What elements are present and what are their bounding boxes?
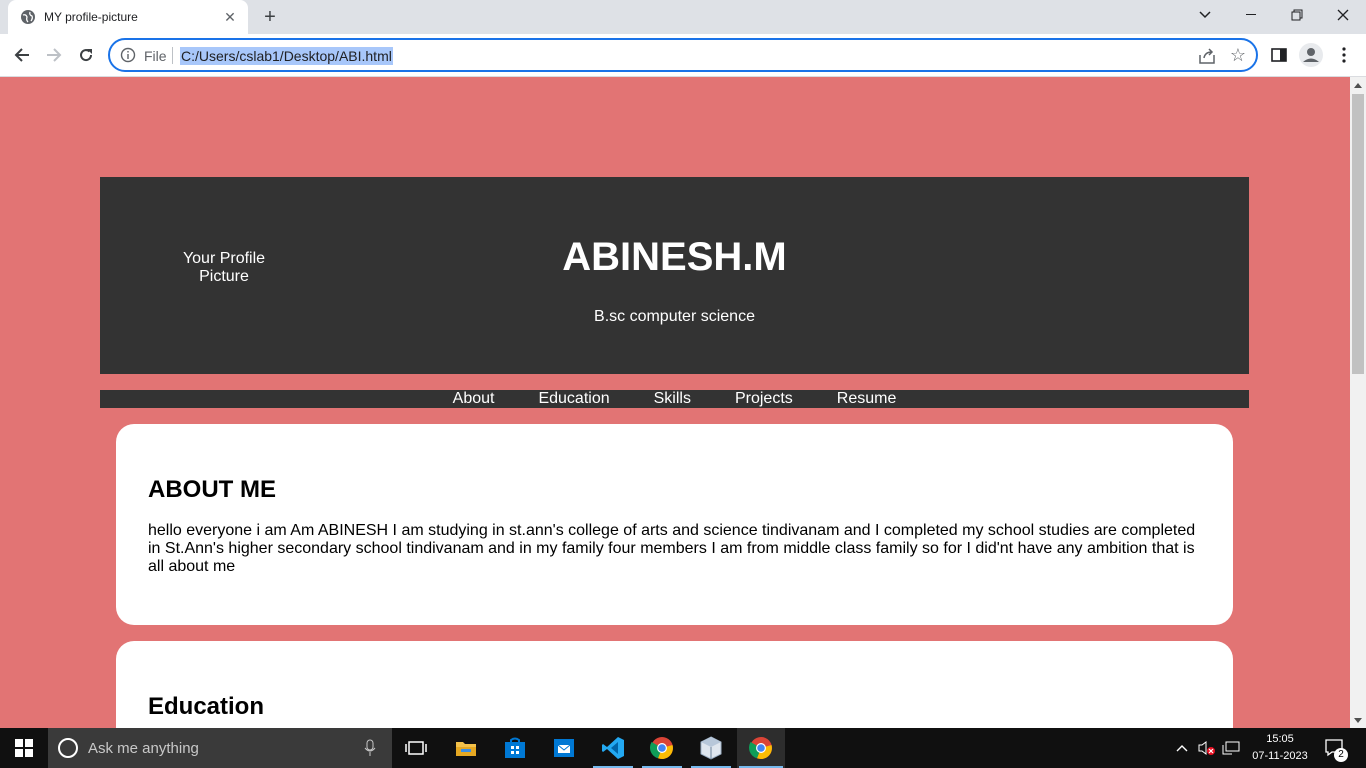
url-text[interactable]: C:/Users/cslab1/Desktop/ABI.html bbox=[180, 47, 393, 65]
info-icon[interactable] bbox=[120, 47, 136, 63]
nav-skills[interactable]: Skills bbox=[632, 390, 713, 408]
about-section: ABOUT ME hello everyone i am Am ABINESH … bbox=[116, 424, 1233, 625]
virtualbox-icon bbox=[700, 736, 722, 760]
tab-strip: MY profile-picture ✕ + bbox=[0, 0, 1366, 34]
chevron-down-icon bbox=[1199, 11, 1211, 19]
share-icon[interactable] bbox=[1198, 47, 1216, 65]
education-heading: Education bbox=[148, 693, 265, 720]
bookmark-star-icon[interactable]: ☆ bbox=[1230, 45, 1246, 66]
profile-button[interactable] bbox=[1299, 43, 1323, 67]
scheme-label: File bbox=[144, 48, 167, 64]
address-bar[interactable]: File C:/Users/cslab1/Desktop/ABI.html ☆ bbox=[108, 38, 1258, 72]
mail-button[interactable] bbox=[540, 728, 588, 768]
site-subtitle: B.sc computer science bbox=[594, 308, 755, 325]
nav-education[interactable]: Education bbox=[516, 390, 631, 408]
network-icon bbox=[1222, 741, 1240, 755]
cortana-icon bbox=[58, 738, 78, 758]
arrow-left-icon bbox=[14, 48, 29, 62]
reload-icon bbox=[80, 49, 93, 62]
arrow-right-icon bbox=[47, 48, 62, 62]
search-placeholder: Ask me anything bbox=[88, 740, 199, 757]
chrome-icon bbox=[749, 737, 772, 760]
site-name: ABINESH.M bbox=[562, 235, 787, 279]
nav-about[interactable]: About bbox=[431, 390, 517, 408]
network-button[interactable] bbox=[1220, 728, 1242, 768]
divider bbox=[172, 47, 173, 64]
site-header: Your Profile Picture ABINESH.M B.sc comp… bbox=[100, 177, 1249, 374]
menu-button[interactable] bbox=[1332, 43, 1356, 67]
task-view-icon bbox=[405, 741, 427, 755]
vscode-icon bbox=[602, 737, 624, 759]
vscode-button[interactable] bbox=[589, 728, 637, 768]
education-section: Education bbox=[116, 641, 1233, 728]
notification-count-badge: 2 bbox=[1334, 748, 1348, 762]
about-text: hello everyone i am Am ABINESH I am stud… bbox=[148, 522, 1196, 575]
nav-resume[interactable]: Resume bbox=[815, 390, 919, 408]
volume-muted-icon bbox=[1198, 741, 1215, 755]
tab-search-button[interactable] bbox=[1182, 0, 1228, 30]
restore-icon bbox=[1291, 9, 1303, 21]
scroll-down-icon[interactable] bbox=[1354, 718, 1362, 723]
minimize-button[interactable] bbox=[1228, 0, 1274, 30]
chrome-button[interactable] bbox=[638, 728, 686, 768]
browser-tab[interactable]: MY profile-picture ✕ bbox=[8, 0, 248, 34]
system-clock[interactable]: 15:05 07-11-2023 bbox=[1240, 731, 1320, 765]
kebab-menu-icon bbox=[1342, 47, 1346, 63]
file-explorer-button[interactable] bbox=[442, 728, 490, 768]
close-tab-icon[interactable]: ✕ bbox=[222, 9, 238, 25]
file-explorer-icon bbox=[456, 742, 476, 756]
page-viewport: Your Profile Picture ABINESH.M B.sc comp… bbox=[0, 77, 1350, 728]
scroll-up-icon[interactable] bbox=[1354, 83, 1362, 88]
side-panel-button[interactable] bbox=[1267, 43, 1291, 67]
tab-title: MY profile-picture bbox=[44, 10, 138, 24]
windows-taskbar: Ask me anything 15:05 07-11-2023 2 bbox=[0, 728, 1366, 768]
restore-button[interactable] bbox=[1274, 0, 1320, 30]
new-tab-button[interactable]: + bbox=[258, 6, 282, 28]
clock-date: 07-11-2023 bbox=[1252, 750, 1308, 762]
browser-toolbar: File C:/Users/cslab1/Desktop/ABI.html ☆ bbox=[0, 34, 1366, 77]
back-button[interactable] bbox=[9, 42, 35, 68]
forward-button[interactable] bbox=[41, 42, 67, 68]
volume-button[interactable] bbox=[1195, 728, 1217, 768]
page-scrollbar[interactable] bbox=[1350, 77, 1366, 728]
scrollbar-thumb[interactable] bbox=[1352, 94, 1364, 374]
task-view-button[interactable] bbox=[392, 728, 440, 768]
store-button[interactable] bbox=[491, 728, 539, 768]
microphone-icon[interactable] bbox=[364, 739, 376, 757]
side-panel-icon bbox=[1271, 48, 1287, 62]
chevron-up-icon bbox=[1176, 745, 1188, 752]
store-icon bbox=[505, 737, 525, 758]
chrome-icon bbox=[650, 737, 673, 760]
taskbar-search-box[interactable]: Ask me anything bbox=[48, 728, 392, 768]
windows-logo-icon bbox=[15, 739, 33, 757]
close-icon bbox=[1337, 9, 1349, 21]
chrome-active-button[interactable] bbox=[737, 728, 785, 768]
action-center-button[interactable]: 2 bbox=[1320, 728, 1350, 768]
profile-avatar-icon bbox=[1299, 43, 1323, 67]
start-button[interactable] bbox=[0, 728, 48, 768]
virtualbox-button[interactable] bbox=[687, 728, 735, 768]
site-nav: About Education Skills Projects Resume bbox=[100, 390, 1249, 408]
close-window-button[interactable] bbox=[1320, 0, 1366, 30]
show-hidden-icons-button[interactable] bbox=[1172, 728, 1192, 768]
reload-button[interactable] bbox=[73, 42, 99, 68]
mail-icon bbox=[554, 739, 574, 757]
globe-icon bbox=[21, 10, 35, 24]
minimize-icon bbox=[1246, 14, 1256, 15]
clock-time: 15:05 bbox=[1266, 733, 1294, 745]
nav-projects[interactable]: Projects bbox=[713, 390, 815, 408]
about-heading: ABOUT ME bbox=[148, 476, 276, 503]
